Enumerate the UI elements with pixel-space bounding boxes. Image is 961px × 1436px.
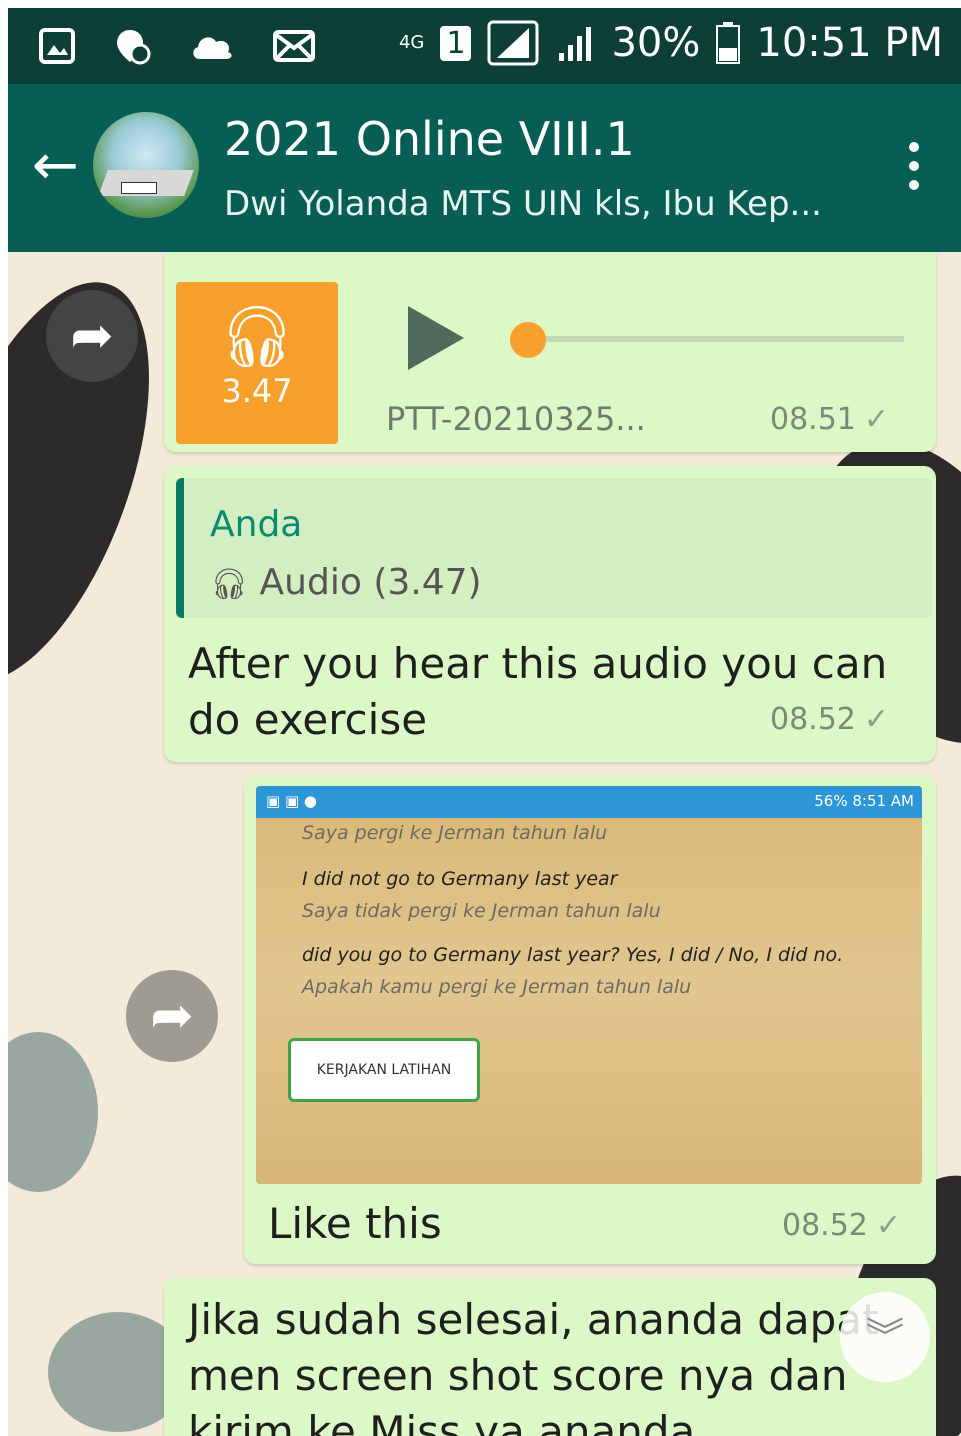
- chat-title[interactable]: 2021 Online VIII.1: [224, 112, 635, 166]
- screenshot-text: did you go to Germany last year? Yes, I …: [302, 944, 844, 966]
- play-icon[interactable]: [408, 306, 464, 370]
- screenshot-text: Saya pergi ke Jerman tahun lalu: [302, 822, 608, 844]
- screenshot-status-icons: ▣ ▣ ●: [266, 792, 317, 810]
- headphones-icon: 🎧︎: [218, 302, 296, 372]
- gallery-icon: [39, 28, 75, 64]
- message-text: Jika sudah selesai, ananda dapat: [188, 1295, 879, 1344]
- message-text: After you hear this audio you can: [188, 639, 888, 688]
- screenshot-button: KERJAKAN LATIHAN: [288, 1038, 480, 1102]
- battery-percent: 30%: [611, 20, 701, 66]
- screenshot-text: Apakah kamu pergi ke Jerman tahun lalu: [302, 976, 692, 998]
- image-caption: Like this: [268, 1199, 442, 1248]
- check-icon: ✓: [863, 402, 890, 437]
- message-text: men screen shot score nya dan: [188, 1351, 848, 1400]
- cloud-icon: [193, 37, 232, 59]
- reply-message[interactable]: Anda 🎧︎ Audio (3.47) After you hear this…: [164, 466, 936, 762]
- mail-icon: [273, 30, 315, 62]
- message-time: 08.51 ✓: [770, 402, 890, 437]
- text-message[interactable]: Jika sudah selesai, ananda dapat men scr…: [164, 1278, 936, 1436]
- more-icon[interactable]: [909, 142, 919, 190]
- audio-filename: PTT-20210325...: [386, 400, 646, 438]
- audio-message[interactable]: 🎧︎ 3.47 PTT-20210325... 08.51 ✓: [164, 252, 936, 452]
- scroll-down-icon[interactable]: ︾: [840, 1292, 930, 1382]
- screenshot-text: Saya tidak pergi ke Jerman tahun lalu: [302, 900, 661, 922]
- forward-icon[interactable]: ➦: [126, 970, 218, 1062]
- chat-subtitle[interactable]: Dwi Yolanda MTS UIN kls, Ibu Kep...: [224, 184, 822, 224]
- image-message[interactable]: ▣ ▣ ● 56% 8:51 AM Saya pergi ke Jerman t…: [244, 776, 936, 1264]
- message-text: kirim ke Miss ya ananda.: [188, 1407, 709, 1436]
- wallpaper-leaf: [8, 1032, 98, 1192]
- screenshot-image[interactable]: ▣ ▣ ● 56% 8:51 AM Saya pergi ke Jerman t…: [256, 786, 922, 1184]
- sim-indicator: 1: [440, 25, 472, 61]
- quote-text: 🎧︎ Audio (3.47): [210, 562, 482, 603]
- battery-icon: [716, 22, 741, 64]
- back-arrow-icon[interactable]: ←: [32, 136, 79, 196]
- screenshot-text: I did not go to Germany last year: [302, 868, 618, 890]
- screen: 4G 1 30% 10:51 PM ← 2021 Online VIII.1 D…: [8, 8, 961, 1436]
- network-type: 4G: [398, 32, 425, 53]
- message-time: 08.52 ✓: [782, 1208, 902, 1243]
- audio-duration: 3.47: [221, 372, 293, 410]
- message-text: do exercise: [188, 695, 428, 744]
- signal-icon-2: [559, 27, 592, 61]
- message-time: 08.52 ✓: [770, 702, 890, 737]
- avatar-sign: [121, 182, 157, 194]
- clock: 10:51 PM: [756, 20, 943, 66]
- audio-thumbnail: 🎧︎ 3.47: [176, 282, 338, 444]
- screenshot-status-right: 56% 8:51 AM: [814, 792, 914, 810]
- quoted-message[interactable]: Anda 🎧︎ Audio (3.47): [176, 478, 932, 618]
- audio-seekbar[interactable]: [516, 336, 904, 342]
- chat-header[interactable]: ← 2021 Online VIII.1 Dwi Yolanda MTS UIN…: [8, 84, 961, 252]
- check-icon: ✓: [875, 1208, 902, 1243]
- status-bar: 4G 1 30% 10:51 PM: [8, 8, 961, 84]
- quote-sender: Anda: [210, 504, 303, 545]
- forward-icon[interactable]: ➦: [46, 290, 138, 382]
- headphones-icon: 🎧︎: [210, 567, 249, 602]
- group-avatar[interactable]: [93, 112, 199, 218]
- location-icon: [117, 30, 151, 65]
- signal-icon: [487, 20, 539, 66]
- screenshot-status-bar: ▣ ▣ ● 56% 8:51 AM: [256, 786, 922, 818]
- seekbar-handle[interactable]: [510, 322, 546, 358]
- chat-area[interactable]: ➦ ➦ 🎧︎ 3.47 PTT-20210325... 08.51 ✓ Anda …: [8, 252, 961, 1436]
- check-icon: ✓: [863, 702, 890, 737]
